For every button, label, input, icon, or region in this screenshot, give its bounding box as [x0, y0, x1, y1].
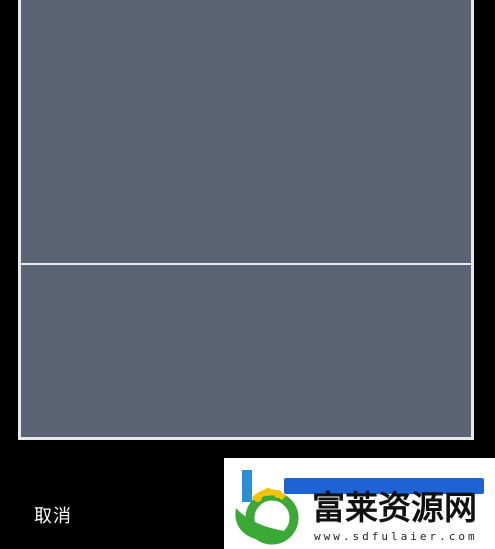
- watermark-title: 富莱资源网: [312, 488, 477, 527]
- preview-divider: [21, 263, 471, 265]
- site-watermark: 富莱资源网 www.sdfulaier.com: [224, 458, 495, 549]
- cancel-button[interactable]: 取消: [34, 502, 72, 528]
- camera-preview: [18, 0, 474, 440]
- watermark-url: www.sdfulaier.com: [314, 530, 478, 543]
- leaf-logo-icon: [235, 470, 299, 545]
